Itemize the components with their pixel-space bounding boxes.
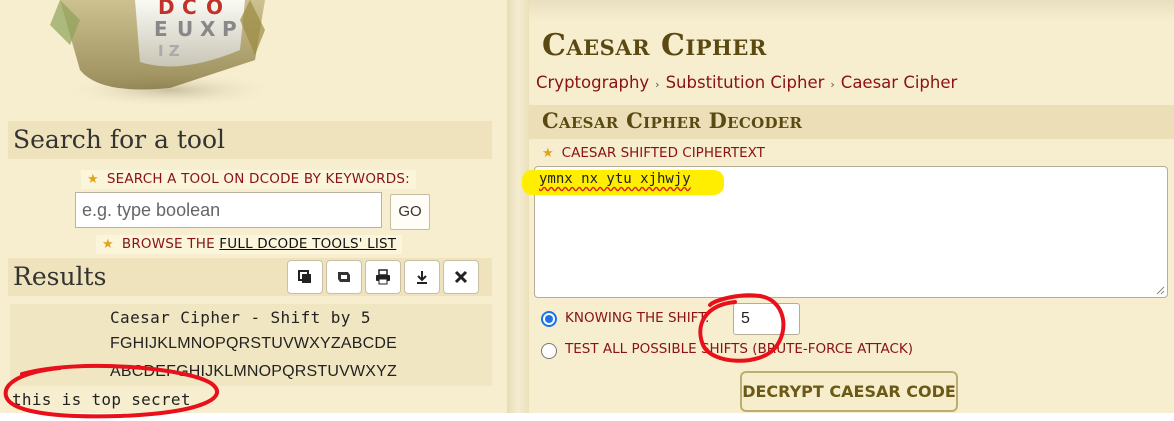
browse-prefix: BROWSE THE [121,236,220,252]
svg-text:U: U [177,17,193,41]
star-icon: ★ [542,146,554,161]
print-icon [376,269,390,285]
result-heading: Caesar Cipher - Shift by 5 [110,308,371,327]
close-results-button[interactable] [443,260,479,294]
search-tagline-text: SEARCH A TOOL ON DCODE BY KEYWORDS: [106,171,410,187]
browse-tools-line: ★ BROWSE THE FULL DCODE TOOLS' LIST [96,235,403,254]
star-icon: ★ [102,237,114,252]
decrypt-caesar-button[interactable]: DECRYPT CAESAR CODE [740,371,958,412]
decoder-title: Caesar Cipher Decoder [542,108,803,133]
svg-text:I Z: I Z [158,42,180,60]
main-content: Caesar Cipher Cryptography › Substitution … [522,0,1174,413]
download-icon [417,271,427,284]
ciphertext-value: ymnx nx ytu xjhwjy [539,171,691,187]
radio-brute-force[interactable] [541,343,557,359]
cryptex-logo[interactable]: D C O E U X P I Z [40,0,270,108]
print-button[interactable] [365,260,401,294]
svg-text:P: P [222,17,237,41]
plain-alphabet: ABCDEFGHIJKLMNOPQRSTUVWXYZ [110,363,398,380]
decoded-text[interactable]: this is top secret [12,390,191,409]
full-tools-list-link[interactable]: FULL DCODE TOOLS' LIST [219,236,396,252]
star-icon: ★ [87,172,99,187]
search-section-title: Search for a tool [8,121,492,159]
go-button[interactable]: GO [390,194,430,230]
close-icon [454,270,468,284]
column-divider [507,0,529,413]
chevron-right-icon: › [655,78,660,91]
breadcrumb-cryptography[interactable]: Cryptography [536,73,649,92]
download-button[interactable] [404,260,440,294]
save-icon [338,272,350,282]
copy-icon [298,270,311,283]
page-title: Caesar Cipher [542,28,767,63]
breadcrumb-substitution-cipher[interactable]: Substitution Cipher [666,73,825,92]
bottom-strip [0,413,1174,421]
radio-knowing-shift[interactable] [541,311,557,327]
knowing-shift-label[interactable]: KNOWING THE SHIFT: [565,310,710,326]
copy-button[interactable] [287,260,323,294]
search-tagline: ★ SEARCH A TOOL ON DCODE BY KEYWORDS: [81,170,416,189]
breadcrumb-caesar-cipher[interactable]: Caesar Cipher [841,73,958,92]
top-decoration [529,0,1174,22]
svg-text:X: X [200,17,216,41]
breadcrumb: Cryptography › Substitution Cipher › Caesar … [536,73,957,92]
search-input[interactable] [75,192,382,228]
left-sidebar: D C O E U X P I Z Search for a tool ★ SEA… [0,0,507,413]
brute-force-label[interactable]: TEST ALL POSSIBLE SHIFTS (BRUTE-FORCE AT… [565,341,913,357]
shifted-alphabet: FGHIJKLMNOPQRSTUVWXYZABCDE [110,335,398,352]
chevron-right-icon: › [830,78,835,91]
svg-text:E: E [154,17,168,41]
ciphertext-label: ★ CAESAR SHIFTED CIPHERTEXT [542,145,765,161]
ciphertext-label-text: CAESAR SHIFTED CIPHERTEXT [561,145,765,161]
save-button[interactable] [326,260,362,294]
ciphertext-textarea[interactable]: ymnx nx ytu xjhwjy [522,166,1168,298]
resize-grip-icon[interactable] [1155,285,1165,295]
shift-input[interactable]: 5 [733,303,800,335]
